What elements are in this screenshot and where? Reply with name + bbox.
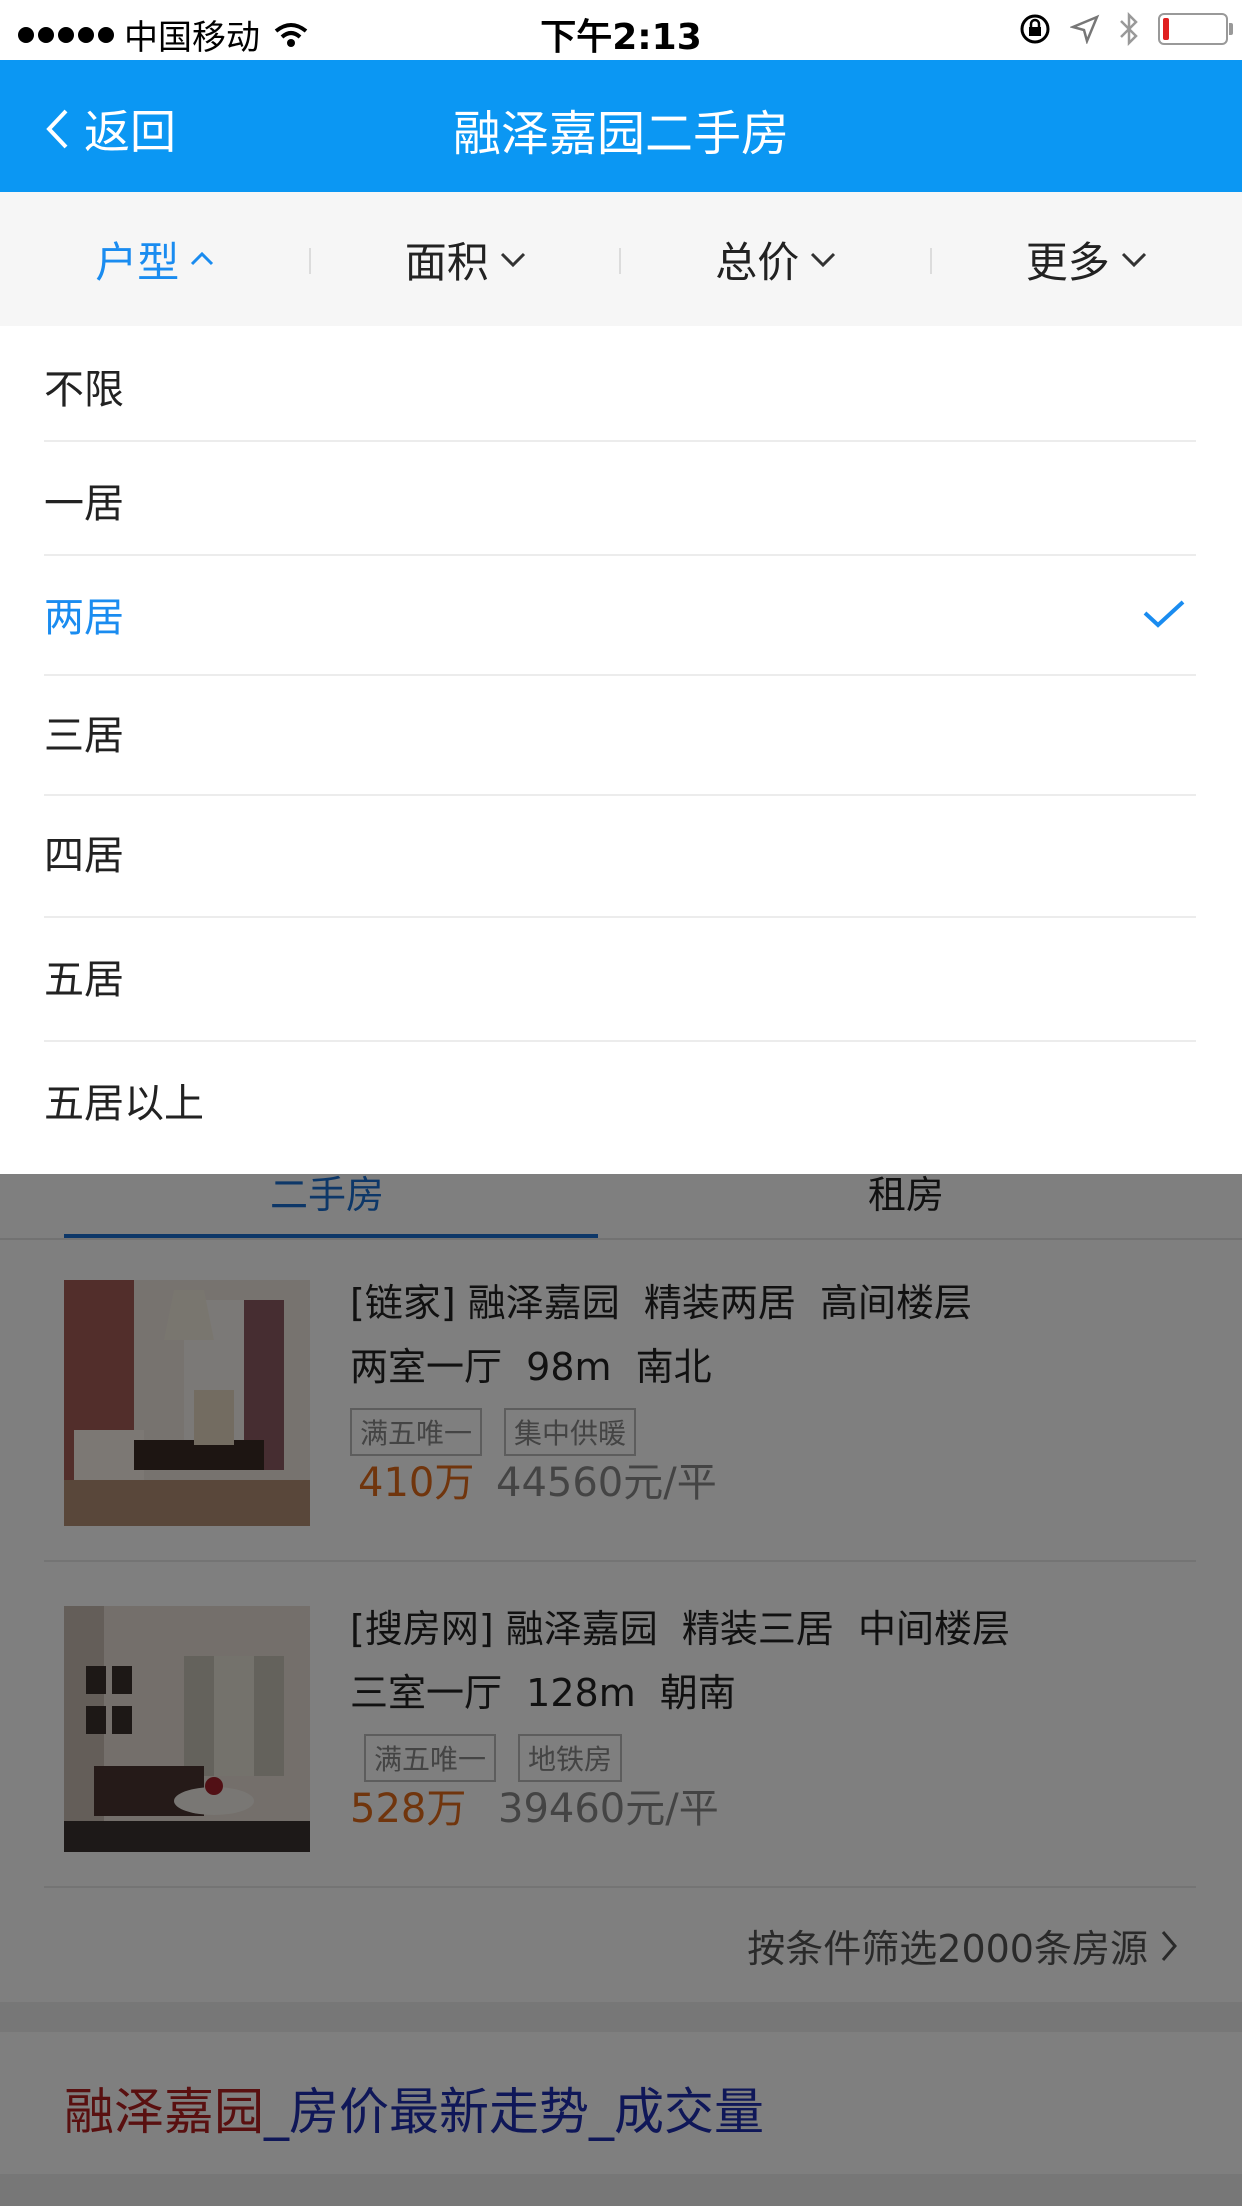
location-icon	[1070, 14, 1100, 44]
option-one-bedroom[interactable]: 一居	[44, 470, 1196, 530]
divider	[44, 794, 1196, 796]
page-title: 融泽嘉园二手房	[452, 106, 789, 162]
option-three-bedroom[interactable]: 三居	[44, 702, 1196, 762]
option-five-bedroom[interactable]: 五居	[44, 946, 1196, 1006]
bluetooth-icon	[1120, 12, 1138, 46]
option-label: 四居	[44, 833, 124, 879]
orientation-lock-icon	[1020, 14, 1050, 44]
option-four-bedroom[interactable]: 四居	[44, 822, 1196, 882]
divider	[44, 440, 1196, 442]
option-two-bedroom[interactable]: 两居	[44, 584, 1196, 644]
chevron-down-icon	[500, 252, 525, 268]
divider	[44, 554, 1196, 556]
dropdown-backdrop[interactable]	[0, 1174, 1242, 2206]
chevron-down-icon	[1121, 252, 1146, 268]
chevron-up-icon	[191, 251, 214, 266]
filter-tab-more[interactable]: 更多	[932, 192, 1242, 326]
layout-dropdown: 不限 一居 两居 三居 四居 五居 五居以上	[0, 326, 1242, 1174]
filter-tab-layout[interactable]: 户型	[0, 192, 311, 326]
filter-tab-label: 总价	[715, 237, 800, 287]
filter-bar: 户型 面积 总价 更多	[0, 192, 1242, 326]
nav-bar: 返回 融泽嘉园二手房	[0, 60, 1242, 192]
option-unlimited[interactable]: 不限	[44, 356, 1196, 416]
battery-icon	[1158, 13, 1233, 45]
option-label: 一居	[44, 481, 124, 527]
divider	[44, 1040, 1196, 1042]
status-right	[1018, 12, 1233, 46]
filter-tab-area[interactable]: 面积	[311, 192, 621, 326]
divider	[44, 916, 1196, 918]
option-label: 五居	[44, 957, 124, 1003]
filter-tab-label: 更多	[1025, 237, 1110, 287]
divider	[44, 674, 1196, 676]
option-label: 两居	[44, 595, 124, 641]
filter-tab-price[interactable]: 总价	[621, 192, 932, 326]
checkmark-icon	[1143, 600, 1185, 628]
chevron-down-icon	[811, 252, 836, 268]
filter-tab-label: 户型	[95, 237, 180, 287]
status-bar: 中国移动 下午2:13	[0, 0, 1242, 60]
option-label: 不限	[44, 367, 124, 413]
filter-tab-label: 面积	[404, 237, 489, 287]
option-label: 三居	[44, 713, 124, 759]
option-label: 五居以上	[44, 1081, 204, 1127]
option-five-plus-bedroom[interactable]: 五居以上	[44, 1070, 1196, 1130]
